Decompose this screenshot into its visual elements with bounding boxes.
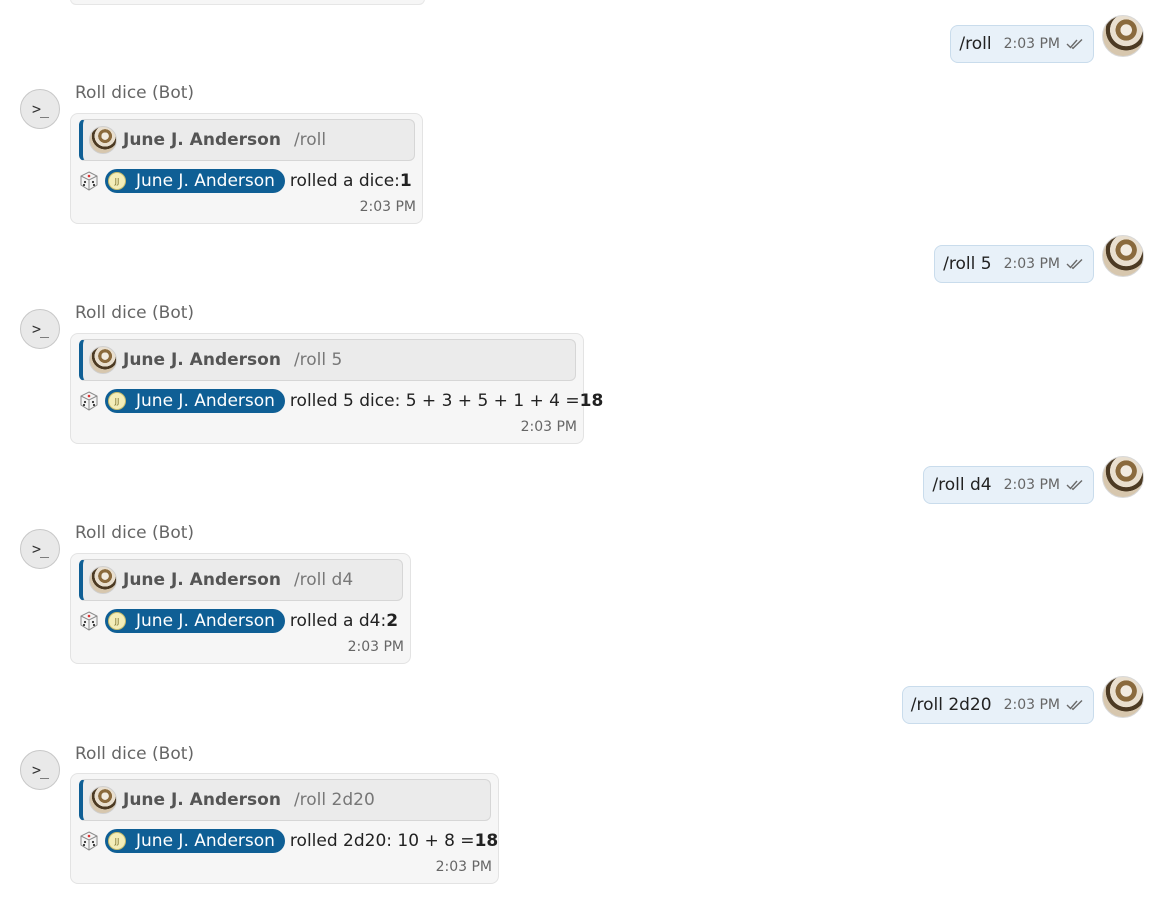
user-avatar[interactable] (1102, 456, 1144, 498)
result-total: 1 (399, 171, 412, 191)
message-time: 2:03 PM (359, 199, 416, 215)
message-time: 2:03 PM (520, 419, 577, 435)
message-time: 2:03 PM (1003, 36, 1060, 52)
quote-author-avatar (89, 346, 117, 374)
bot-name[interactable]: Roll dice (Bot) (75, 744, 194, 764)
quoted-message[interactable]: June J. Anderson /roll 2d20 (79, 779, 491, 821)
roll-result: JJ June J. Anderson rolled 2d20: 10 + 8 … (79, 828, 498, 854)
outgoing-bubble[interactable]: /roll 5 2:03 PM (934, 245, 1094, 283)
mention-avatar: JJ (108, 392, 126, 410)
bot-name[interactable]: Roll dice (Bot) (75, 303, 194, 323)
user-mention[interactable]: JJ June J. Anderson (105, 169, 285, 193)
outgoing-bubble[interactable]: /roll d4 2:03 PM (923, 466, 1094, 504)
result-text: rolled a dice: (289, 171, 400, 191)
mention-avatar: JJ (108, 172, 126, 190)
quoted-message[interactable]: June J. Anderson /roll (79, 119, 415, 161)
quote-command: /roll d4 (293, 570, 354, 590)
result-total: 2 (386, 611, 399, 631)
bot-message-bubble[interactable]: June J. Anderson /roll 2d20 JJ June J. A… (70, 773, 499, 884)
terminal-icon[interactable]: >_ (20, 750, 60, 790)
quote-command: /roll 5 (293, 350, 343, 370)
user-mention[interactable]: JJ June J. Anderson (105, 829, 285, 853)
quote-author-avatar (89, 566, 117, 594)
outgoing-bubble[interactable]: /roll 2d20 2:03 PM (901, 686, 1094, 724)
bot-name[interactable]: Roll dice (Bot) (75, 83, 194, 103)
mention-name: June J. Anderson (136, 611, 275, 631)
outgoing-text: /roll d4 (932, 475, 992, 495)
terminal-icon[interactable]: >_ (20, 529, 60, 569)
quote-author: June J. Anderson (123, 350, 281, 370)
outgoing-bubble[interactable]: /roll 2:03 PM (950, 25, 1094, 63)
bot-message-bubble[interactable]: June J. Anderson /roll JJ June J. Anders… (70, 113, 423, 224)
message-time: 2:03 PM (1003, 256, 1060, 272)
bot-name[interactable]: Roll dice (Bot) (75, 523, 194, 543)
user-mention[interactable]: JJ June J. Anderson (105, 609, 285, 633)
quote-author: June J. Anderson (123, 130, 281, 150)
mention-avatar: JJ (108, 832, 126, 850)
message-time: 2:03 PM (1003, 697, 1060, 713)
user-avatar[interactable] (1102, 676, 1144, 718)
double-check-icon (1066, 698, 1084, 712)
dice-icon (80, 831, 98, 851)
dice-icon (80, 391, 98, 411)
message-time: 2:03 PM (1003, 477, 1060, 493)
terminal-icon[interactable]: >_ (20, 89, 60, 129)
outgoing-text: /roll 2d20 (910, 695, 992, 715)
mention-name: June J. Anderson (136, 171, 275, 191)
result-total: 18 (579, 391, 604, 411)
quote-author-avatar (89, 126, 117, 154)
outgoing-message[interactable]: /roll 2:03 PM (0, 15, 1152, 73)
user-avatar[interactable] (1102, 15, 1144, 57)
mention-name: June J. Anderson (136, 391, 275, 411)
double-check-icon (1066, 37, 1084, 51)
roll-result: JJ June J. Anderson rolled a dice: 1 (79, 168, 412, 194)
quote-command: /roll 2d20 (293, 790, 375, 810)
previous-message-bubble (70, 0, 425, 5)
user-mention[interactable]: JJ June J. Anderson (105, 389, 285, 413)
bot-message-bubble[interactable]: June J. Anderson /roll d4 JJ June J. And… (70, 553, 411, 664)
result-total: 18 (474, 831, 499, 851)
quote-command: /roll (293, 130, 327, 150)
quoted-message[interactable]: June J. Anderson /roll 5 (79, 339, 576, 381)
message-time: 2:03 PM (347, 639, 404, 655)
quote-author-avatar (89, 786, 117, 814)
result-text: rolled 5 dice: 5 + 3 + 5 + 1 + 4 = (289, 391, 580, 411)
bot-message-bubble[interactable]: June J. Anderson /roll 5 JJ June J. Ande… (70, 333, 603, 444)
outgoing-message[interactable]: /roll 5 2:03 PM (0, 235, 1152, 293)
roll-result: JJ June J. Anderson rolled a d4: 2 (79, 608, 398, 634)
double-check-icon (1066, 257, 1084, 271)
terminal-icon[interactable]: >_ (20, 309, 60, 349)
dice-icon (80, 611, 98, 631)
outgoing-text: /roll 5 (943, 254, 992, 274)
outgoing-message[interactable]: /roll 2d20 2:03 PM (0, 676, 1152, 734)
mention-name: June J. Anderson (136, 831, 275, 851)
quote-author: June J. Anderson (123, 790, 281, 810)
mention-avatar: JJ (108, 612, 126, 630)
dice-icon (80, 171, 98, 191)
double-check-icon (1066, 478, 1084, 492)
result-text: rolled 2d20: 10 + 8 = (289, 831, 475, 851)
message-time: 2:03 PM (435, 859, 492, 875)
roll-result: JJ June J. Anderson rolled 5 dice: 5 + 3… (79, 388, 603, 414)
user-avatar[interactable] (1102, 235, 1144, 277)
outgoing-text: /roll (959, 34, 992, 54)
outgoing-message[interactable]: /roll d4 2:03 PM (0, 456, 1152, 514)
result-text: rolled a d4: (289, 611, 387, 631)
quoted-message[interactable]: June J. Anderson /roll d4 (79, 559, 403, 601)
quote-author: June J. Anderson (123, 570, 281, 590)
